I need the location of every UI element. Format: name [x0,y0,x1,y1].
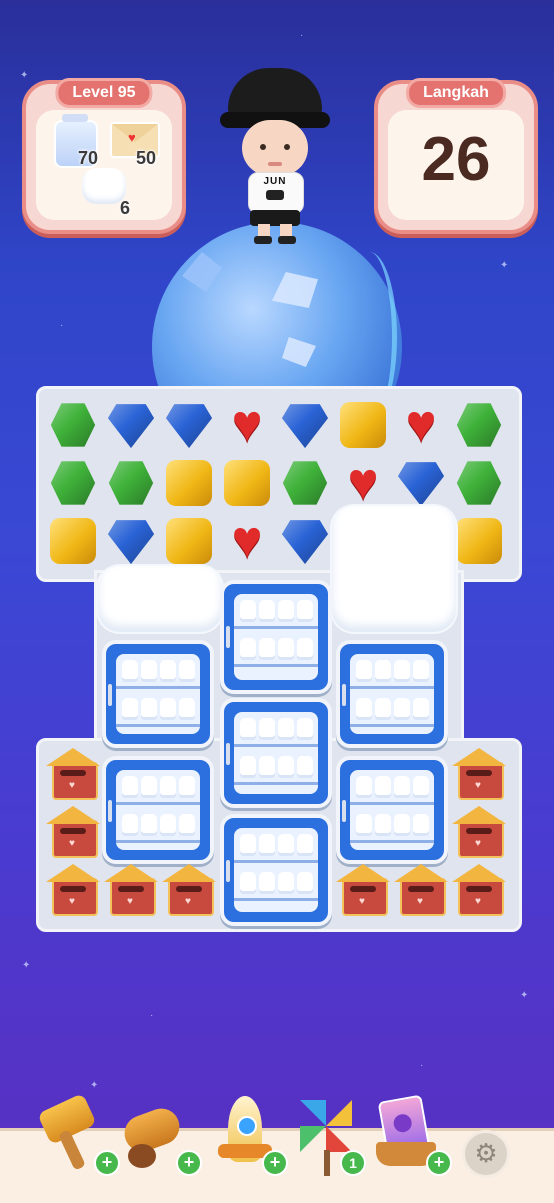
cannon-booster[interactable]: + [119,1090,202,1176]
pinwheel-icon [300,1100,352,1152]
letter-goal-count: 50 [136,148,157,168]
rocket-booster[interactable]: + [214,1090,288,1176]
mailbox: ♥ [46,864,100,918]
gem-yellow[interactable] [162,456,216,510]
mailbox: ♥ [394,864,448,918]
cloud-goal-count: 6 [120,198,131,218]
mailbox: ♥ [104,864,158,918]
milk-goal-count: 70 [78,148,99,168]
gem-red[interactable]: ♥ [220,514,274,568]
mailbox: ♥ [452,864,506,918]
add-cannon-button[interactable]: + [176,1150,202,1176]
gem-yellow[interactable] [336,398,390,452]
add-cart-button[interactable]: + [426,1150,452,1176]
hammer-booster[interactable]: + [37,1090,120,1176]
gem-yellow[interactable] [162,514,216,568]
gem-red[interactable]: ♥ [220,398,274,452]
add-rocket-button[interactable]: + [262,1150,288,1176]
cloud-blocker [98,566,222,632]
gem-green[interactable] [46,456,100,510]
mailbox: ♥ [46,748,100,802]
milk-fridge [220,698,332,808]
settings-button[interactable]: ⚙ [462,1130,510,1178]
gem-blue[interactable] [394,456,448,510]
gem-yellow[interactable] [452,514,506,568]
gem-green[interactable] [452,456,506,510]
gem-blue[interactable] [162,398,216,452]
gem-yellow[interactable] [46,514,100,568]
moves-label: Langkah [406,78,506,108]
gem-green[interactable] [452,398,506,452]
milk-fridge [220,814,332,926]
mailbox: ♥ [162,864,216,918]
mailbox: ♥ [46,806,100,860]
pinwheel-count-badge: 1 [340,1150,366,1176]
shirt-text: JUN [263,176,287,187]
gem-blue[interactable] [104,398,158,452]
moves-card: Langkah 26 [374,78,538,234]
milk-fridge [102,640,214,748]
cloud-blocker [332,506,456,632]
cart-booster[interactable]: + [376,1090,452,1176]
mailbox: ♥ [452,748,506,802]
gem-blue[interactable] [278,514,332,568]
gem-green[interactable] [46,398,100,452]
gem-red[interactable]: ♥ [394,398,448,452]
gem-blue[interactable] [278,398,332,452]
gem-green[interactable] [278,456,332,510]
player-avatar: JUN [220,68,330,244]
milk-fridge [336,640,448,748]
level-label: Level 95 [55,78,153,108]
gem-yellow[interactable] [220,456,274,510]
milk-fridge [102,756,214,864]
gear-icon: ⚙ [474,1138,498,1168]
gem-blue[interactable] [104,514,158,568]
gem-red[interactable]: ♥ [336,456,390,510]
pinwheel-booster[interactable]: 1 [294,1090,366,1176]
milk-fridge [220,580,332,694]
mailbox: ♥ [336,864,390,918]
moves-counter: 26 [421,125,491,194]
milk-fridge [336,756,448,864]
gem-green[interactable] [104,456,158,510]
level-goal-card: Level 95 70 ♥ 50 6 [22,78,186,234]
mailbox: ♥ [452,806,506,860]
add-hammer-button[interactable]: + [94,1150,120,1176]
